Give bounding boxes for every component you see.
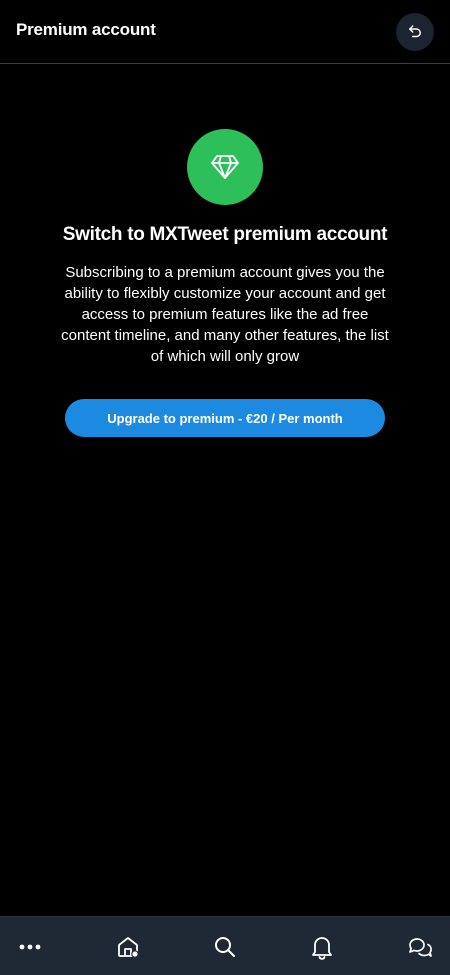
bell-icon <box>312 937 332 960</box>
nav-home[interactable] <box>112 931 144 963</box>
nav-messages[interactable] <box>404 931 436 963</box>
chat-bubbles-icon <box>409 938 432 957</box>
premium-badge <box>187 129 263 205</box>
upgrade-premium-button[interactable]: Upgrade to premium - €20 / Per month <box>65 399 385 437</box>
nav-search[interactable] <box>209 931 241 963</box>
search-icon <box>215 937 235 957</box>
diamond-icon <box>211 155 239 179</box>
bottom-nav <box>0 916 450 975</box>
header-bar: Premium account <box>0 0 450 64</box>
undo-arrow-icon <box>409 25 421 38</box>
nav-notifications[interactable] <box>306 931 338 963</box>
page-title: Premium account <box>16 20 156 39</box>
nav-more[interactable] <box>14 931 46 963</box>
premium-headline: Switch to MXTweet premium account <box>62 224 388 245</box>
more-dots-icon <box>19 944 41 950</box>
back-button[interactable] <box>396 13 434 51</box>
home-icon <box>118 937 139 958</box>
premium-description: Subscribing to a premium account gives y… <box>61 264 389 365</box>
